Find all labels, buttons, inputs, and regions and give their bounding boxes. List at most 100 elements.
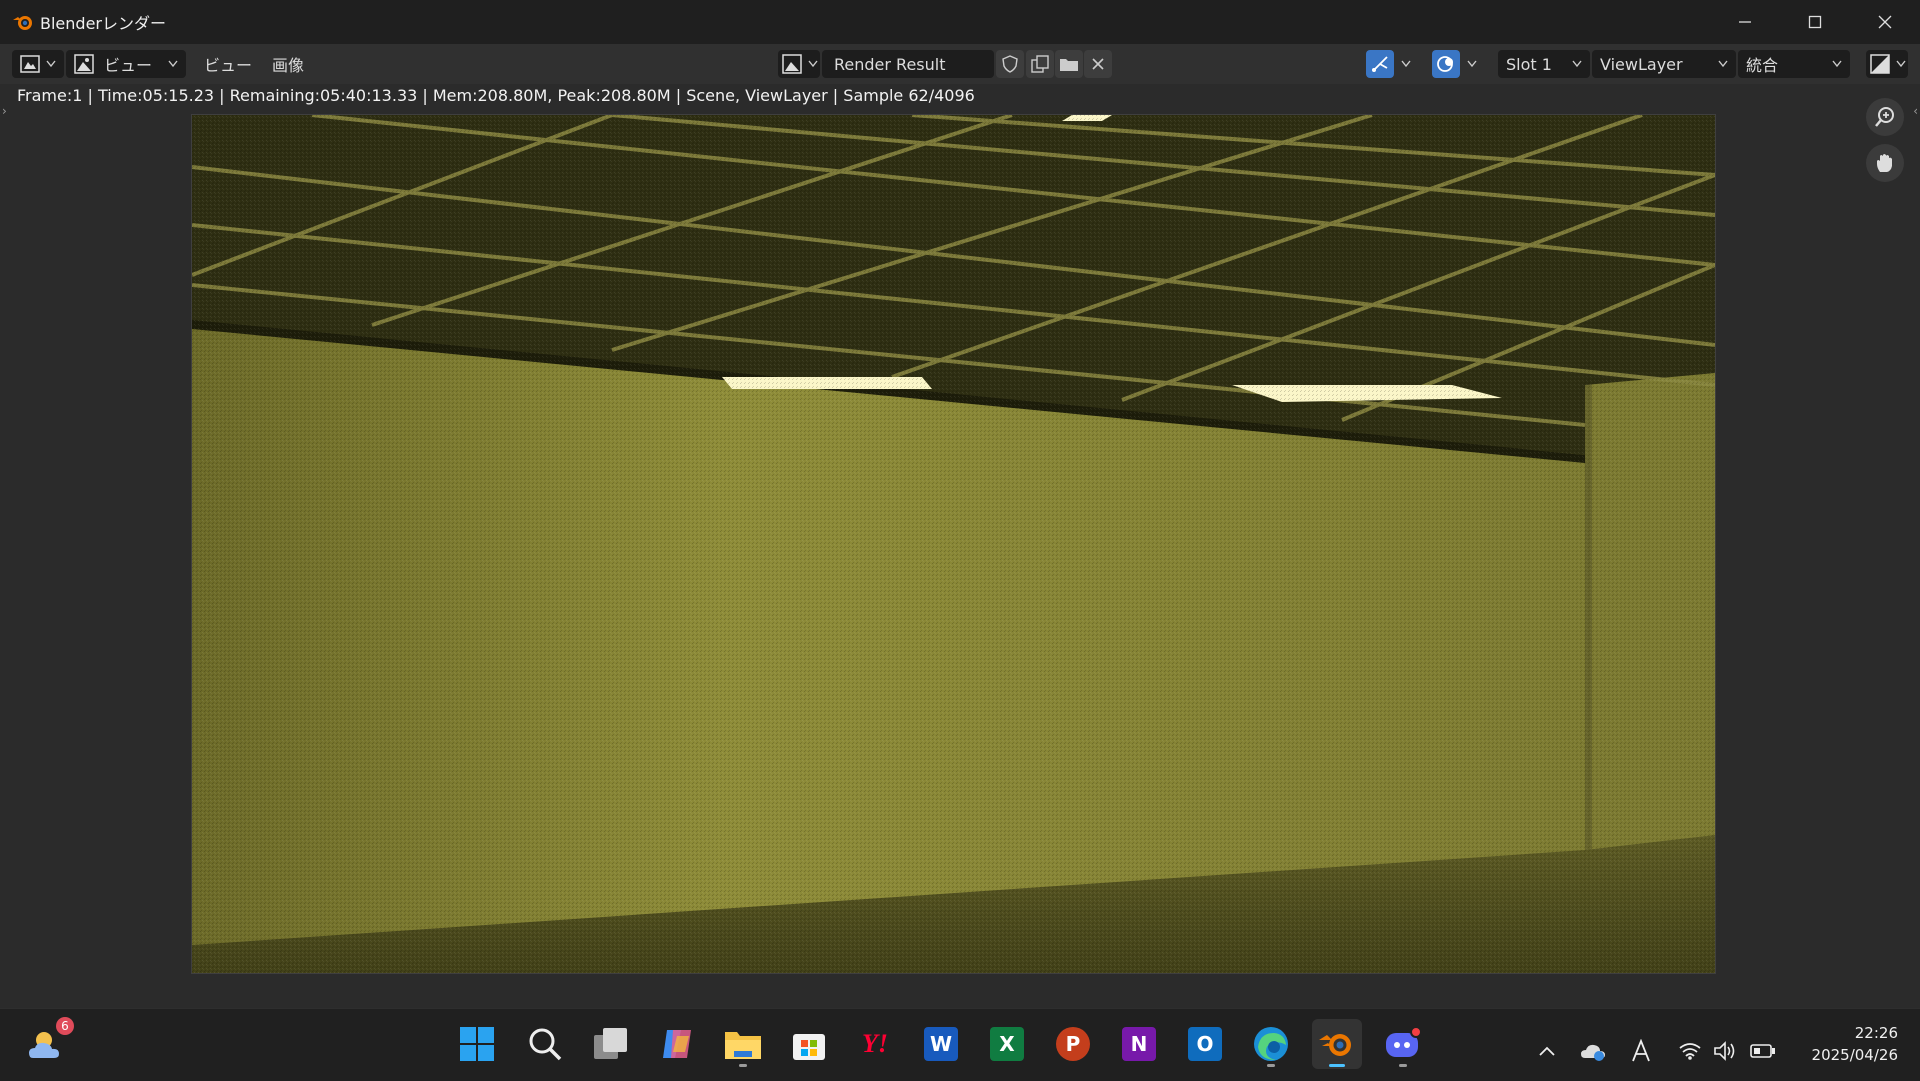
overlay-icon: [1436, 54, 1456, 74]
wifi-icon[interactable]: [1677, 1038, 1703, 1064]
maximize-button[interactable]: [1780, 0, 1850, 44]
clock-date: 2025/04/26: [1811, 1046, 1898, 1064]
excel-icon: X: [990, 1027, 1024, 1061]
close-icon: [1878, 15, 1892, 29]
slot-dropdown[interactable]: Slot 1: [1498, 50, 1590, 78]
unlink-image-button[interactable]: [1084, 50, 1112, 78]
blender-icon: [1318, 1027, 1356, 1061]
store-button[interactable]: [784, 1019, 834, 1069]
chevron-down-icon: [808, 60, 818, 68]
duplicate-icon: [1031, 55, 1049, 73]
powerpoint-button[interactable]: P: [1048, 1019, 1098, 1069]
editor-type-selector[interactable]: [12, 50, 64, 78]
ime-mode-icon[interactable]: [1628, 1038, 1654, 1064]
powerpoint-icon: P: [1056, 1027, 1090, 1061]
task-view-icon: [593, 1027, 629, 1061]
running-indicator: [1267, 1064, 1275, 1067]
volume-icon[interactable]: [1712, 1038, 1738, 1064]
onenote-button[interactable]: N: [1114, 1019, 1164, 1069]
image-browse-icon: [782, 54, 802, 74]
edge-icon: [1252, 1025, 1290, 1063]
overlay-toggle-button[interactable]: [1432, 50, 1460, 78]
view-layer-label: ViewLayer: [1600, 54, 1683, 74]
zoom-button[interactable]: [1866, 98, 1904, 136]
window-title: Blenderレンダー: [40, 14, 166, 33]
gizmo-toggle-button[interactable]: [1366, 50, 1394, 78]
close-button[interactable]: [1850, 0, 1920, 44]
image-mode-icon: [74, 54, 94, 74]
copilot-icon: [659, 1026, 695, 1062]
minimize-button[interactable]: [1710, 0, 1780, 44]
gizmo-icon: [1370, 54, 1390, 74]
chevron-down-icon: [1467, 60, 1477, 68]
search-button[interactable]: [520, 1019, 570, 1069]
onenote-icon: N: [1122, 1027, 1156, 1061]
view-layer-dropdown[interactable]: ViewLayer: [1592, 50, 1736, 78]
overlay-dropdown[interactable]: [1461, 50, 1483, 78]
gizmo-dropdown[interactable]: [1395, 50, 1417, 78]
title-bar: Blenderレンダー: [0, 0, 1920, 44]
store-icon: [791, 1026, 827, 1062]
open-image-button[interactable]: [1055, 50, 1083, 78]
yahoo-icon: Y!: [862, 1029, 888, 1058]
running-indicator: [1329, 1064, 1345, 1067]
excel-button[interactable]: X: [982, 1019, 1032, 1069]
image-editor-header: ビュー ビュー 画像 Render Result Slot 1 ViewLaye…: [0, 44, 1920, 84]
pan-button[interactable]: [1866, 144, 1904, 182]
chevron-down-icon: [1718, 60, 1728, 68]
image-name-field[interactable]: Render Result: [822, 50, 994, 78]
show-hidden-icons-icon[interactable]: [1534, 1038, 1560, 1064]
outlook-icon: O: [1188, 1027, 1222, 1061]
fake-user-button[interactable]: [996, 50, 1024, 78]
minimize-icon: [1738, 15, 1752, 29]
battery-icon[interactable]: [1750, 1038, 1776, 1064]
file-explorer-button[interactable]: [718, 1019, 768, 1069]
task-view-button[interactable]: [586, 1019, 636, 1069]
image-editor-icon: [20, 55, 40, 73]
chevron-down-icon: [46, 60, 56, 68]
copilot-button[interactable]: [652, 1019, 702, 1069]
chevron-down-icon: [1572, 60, 1582, 68]
edge-button[interactable]: [1246, 1019, 1296, 1069]
discord-icon: [1384, 1027, 1422, 1061]
image-viewport[interactable]: › ‹: [0, 98, 1920, 1008]
weather-widget[interactable]: 6: [22, 1017, 74, 1069]
discord-button[interactable]: [1378, 1019, 1428, 1069]
close-icon: [1091, 57, 1105, 71]
slot-label: Slot 1: [1506, 54, 1552, 74]
clock-time: 22:26: [1854, 1024, 1898, 1042]
maximize-icon: [1808, 15, 1822, 29]
word-button[interactable]: W: [916, 1019, 966, 1069]
color-alpha-icon: [1870, 54, 1890, 74]
search-icon: [528, 1027, 562, 1061]
toolbar-expand-icon[interactable]: ›: [2, 104, 7, 118]
start-button[interactable]: [452, 1019, 502, 1069]
view-menu[interactable]: ビュー: [198, 50, 258, 78]
render-pass-dropdown[interactable]: 統合: [1738, 50, 1850, 78]
sidebar-expand-icon[interactable]: ‹: [1913, 104, 1918, 118]
render-pass-label: 統合: [1746, 56, 1779, 75]
zoom-in-icon: [1874, 106, 1896, 128]
browse-image-button[interactable]: [778, 50, 820, 78]
blender-logo-icon: [12, 11, 34, 33]
view-mode-label: ビュー: [104, 56, 153, 75]
start-icon: [459, 1026, 495, 1062]
chevron-down-icon: [1832, 60, 1842, 68]
weather-badge: 6: [56, 1017, 74, 1035]
running-indicator: [739, 1064, 747, 1067]
shield-icon: [1002, 55, 1018, 73]
word-icon: W: [924, 1027, 958, 1061]
system-clock[interactable]: 22:26 2025/04/26: [1812, 1022, 1898, 1066]
onedrive-icon[interactable]: [1580, 1038, 1606, 1064]
view-mode-dropdown[interactable]: ビュー: [66, 50, 186, 78]
new-image-button[interactable]: [1026, 50, 1054, 78]
hand-icon: [1874, 152, 1896, 174]
display-channels-dropdown[interactable]: [1866, 50, 1908, 78]
yahoo-button[interactable]: Y!: [850, 1019, 900, 1069]
outlook-button[interactable]: O: [1180, 1019, 1230, 1069]
render-result-image: [191, 114, 1716, 974]
blender-button[interactable]: [1312, 1019, 1362, 1069]
file-explorer-icon: [724, 1027, 762, 1061]
image-menu[interactable]: 画像: [266, 50, 310, 78]
chevron-down-icon: [1896, 60, 1906, 68]
